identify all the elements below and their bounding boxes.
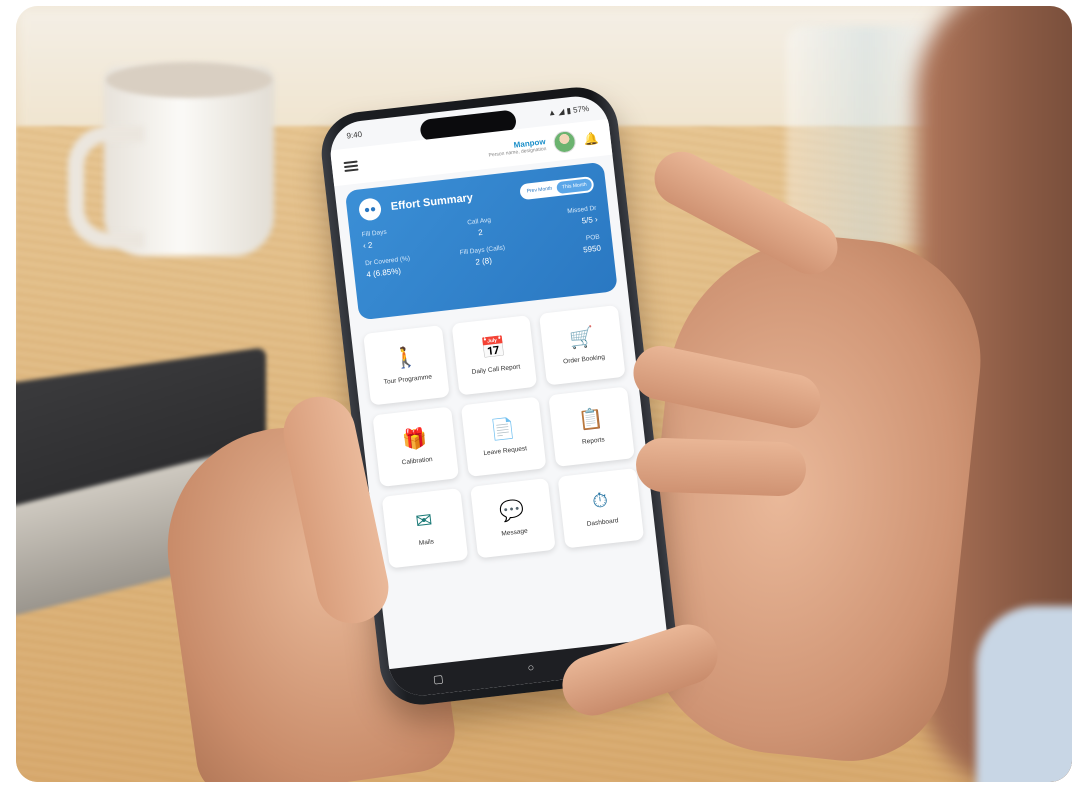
tile-label: Daily Call Report <box>471 362 521 376</box>
document-icon: 📄 <box>489 416 517 442</box>
module-tiles: 🚶 Tour Programme 📅 Daily Call Report 🛒 O… <box>363 305 645 569</box>
hamburger-icon[interactable] <box>343 160 359 173</box>
recents-icon[interactable]: ▢ <box>432 672 444 686</box>
summary-title: Effort Summary <box>390 191 474 213</box>
tile-mails[interactable]: ✉ Mails <box>381 488 468 569</box>
coffee-mug-handle <box>68 126 144 248</box>
toggle-prev-month[interactable]: Prev Month <box>521 182 558 198</box>
cart-icon: 🛒 <box>567 325 596 351</box>
right-ring-finger <box>635 437 807 497</box>
bell-icon[interactable]: 🔔 <box>583 131 599 147</box>
tile-label: Order Booking <box>562 353 606 365</box>
month-toggle: Prev Month This Month <box>518 175 595 201</box>
gauge-icon: ⏱ <box>591 488 610 513</box>
chevron-right-icon[interactable]: › <box>592 215 598 224</box>
home-icon[interactable]: ○ <box>527 662 535 675</box>
tile-tour-programme[interactable]: 🚶 Tour Programme <box>363 325 450 406</box>
tile-leave-request[interactable]: 📄 Leave Request <box>460 396 547 477</box>
tile-order-booking[interactable]: 🛒 Order Booking <box>539 305 626 386</box>
tile-daily-call-report[interactable]: 📅 Daily Call Report <box>451 315 538 396</box>
stat-fill-days: Fill Days ‹ 2 <box>361 223 441 251</box>
tile-reports[interactable]: 📋 Reports <box>548 386 635 467</box>
tile-calibration[interactable]: 🎁 Calibration <box>372 406 459 487</box>
tile-label: Reports <box>581 435 606 446</box>
tile-label: Mails <box>418 537 435 547</box>
toggle-this-month[interactable]: This Month <box>556 178 593 195</box>
header-title: Manpow Person name, designation <box>487 137 546 158</box>
tile-label: Leave Request <box>483 444 528 457</box>
report-icon: 📋 <box>577 406 605 432</box>
coffee-mug-rim <box>106 62 272 98</box>
tile-label: Message <box>500 527 528 538</box>
shirt-sleeve <box>976 606 1072 782</box>
walking-person-icon: 🚶 <box>391 345 420 371</box>
status-indicators: ▲ ◢ ▮ 57% <box>547 103 590 118</box>
mail-icon: ✉ <box>414 508 434 533</box>
stat-dr-covered: Dr Covered (%) 4 (6.85%) <box>365 251 445 279</box>
stat-call-avg: Call Avg 2 <box>440 214 520 242</box>
tile-label: Calibration <box>401 455 433 466</box>
gift-icon: 🎁 <box>401 426 429 452</box>
tile-dashboard[interactable]: ⏱ Dashboard <box>557 467 645 549</box>
stat-value: 2 <box>367 240 373 250</box>
effort-summary-card: ●● Effort Summary Prev Month This Month … <box>344 161 618 321</box>
effort-summary-icon: ●● <box>357 197 383 222</box>
status-time: 9:40 <box>346 129 363 141</box>
stat-fill-days-calls: Fill Days (Calls) 2 (8) <box>443 243 523 271</box>
tile-label: Tour Programme <box>383 372 433 386</box>
avatar[interactable] <box>552 129 577 155</box>
chat-bubbles-icon: 💬 <box>498 498 526 524</box>
tile-label: Dashboard <box>586 516 619 528</box>
stat-missed-dr: Missed Dr 5/5 › <box>518 205 598 233</box>
tile-message[interactable]: 💬 Message <box>469 477 557 559</box>
stat-pob: POB 5950 <box>521 234 602 262</box>
calendar-check-icon: 📅 <box>479 335 508 361</box>
